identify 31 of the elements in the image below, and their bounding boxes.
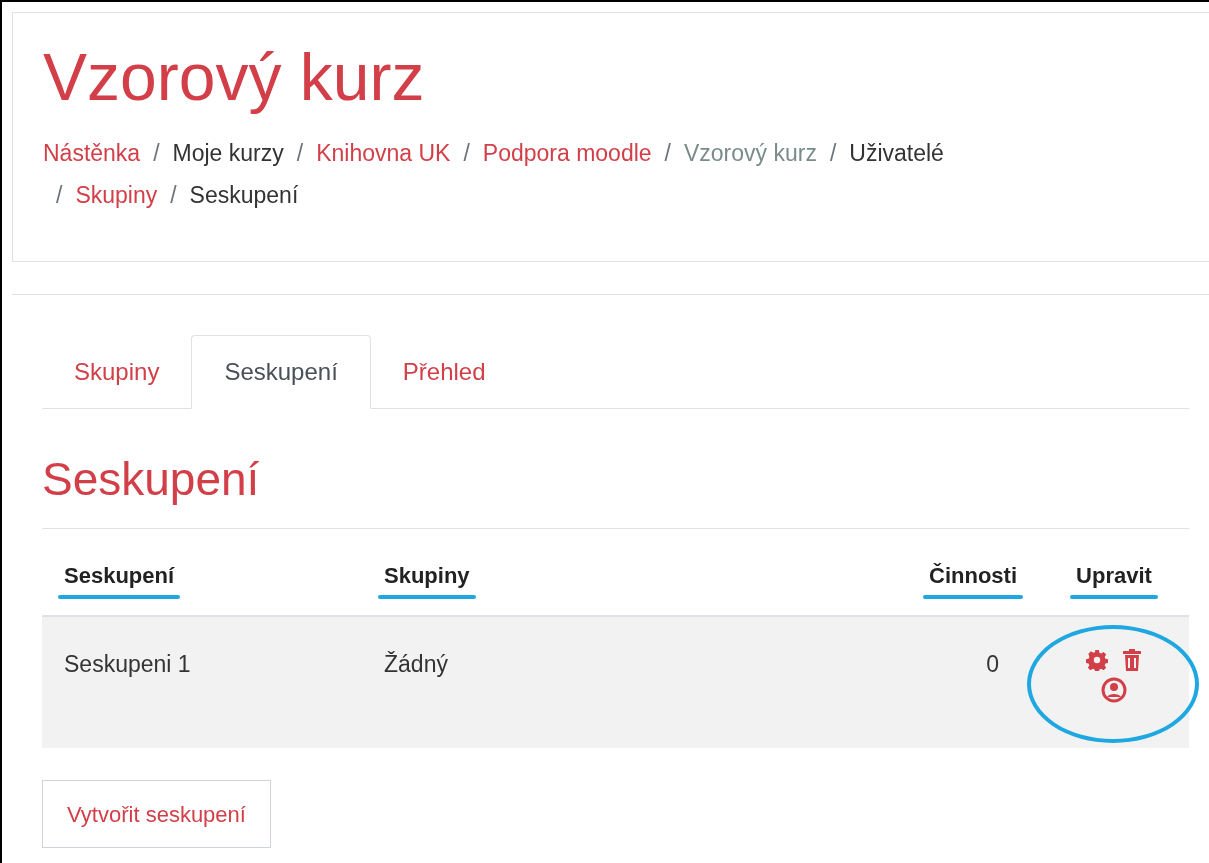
tab[interactable]: Přehled bbox=[370, 335, 518, 408]
tab[interactable]: Seskupení bbox=[191, 335, 371, 409]
breadcrumb-link[interactable]: Knihovna UK bbox=[316, 131, 451, 174]
trash-icon[interactable] bbox=[1122, 649, 1142, 671]
section-heading: Seskupení bbox=[42, 445, 1189, 529]
column-header: Skupiny bbox=[384, 563, 470, 588]
tab[interactable]: Skupiny bbox=[42, 335, 192, 408]
settings-icon[interactable] bbox=[1086, 649, 1108, 671]
breadcrumb-link[interactable]: Uživatelé bbox=[849, 131, 944, 174]
column-header: Upravit bbox=[1076, 563, 1152, 588]
breadcrumb-link[interactable]: Nástěnka bbox=[43, 131, 141, 174]
breadcrumb-separator: / bbox=[56, 180, 63, 210]
breadcrumb-separator: / bbox=[153, 138, 160, 168]
breadcrumb-link[interactable]: Skupiny bbox=[75, 173, 158, 216]
breadcrumb-separator: / bbox=[829, 138, 837, 168]
table-cell: Seskupeni 1 bbox=[64, 651, 191, 677]
breadcrumb-separator: / bbox=[664, 138, 671, 168]
table-cell: 0 bbox=[986, 651, 999, 677]
breadcrumb-link[interactable]: Vzorový kurz bbox=[684, 131, 817, 174]
create-grouping-button[interactable]: Vytvořit seskupení bbox=[42, 780, 271, 848]
column-header: Činnosti bbox=[929, 563, 1017, 588]
breadcrumb-link[interactable]: Podpora moodle bbox=[482, 131, 652, 174]
breadcrumb-link[interactable]: Seskupení bbox=[189, 173, 299, 216]
column-header: Seskupení bbox=[64, 563, 175, 588]
breadcrumb-separator: / bbox=[296, 138, 304, 168]
user-icon[interactable] bbox=[1101, 677, 1127, 703]
breadcrumb-separator: / bbox=[170, 180, 177, 210]
breadcrumb-link[interactable]: Moje kurzy bbox=[172, 131, 284, 174]
course-title: Vzorový kurz bbox=[43, 41, 426, 114]
breadcrumb-separator: / bbox=[463, 138, 470, 168]
table-cell: Žádný bbox=[384, 651, 448, 677]
